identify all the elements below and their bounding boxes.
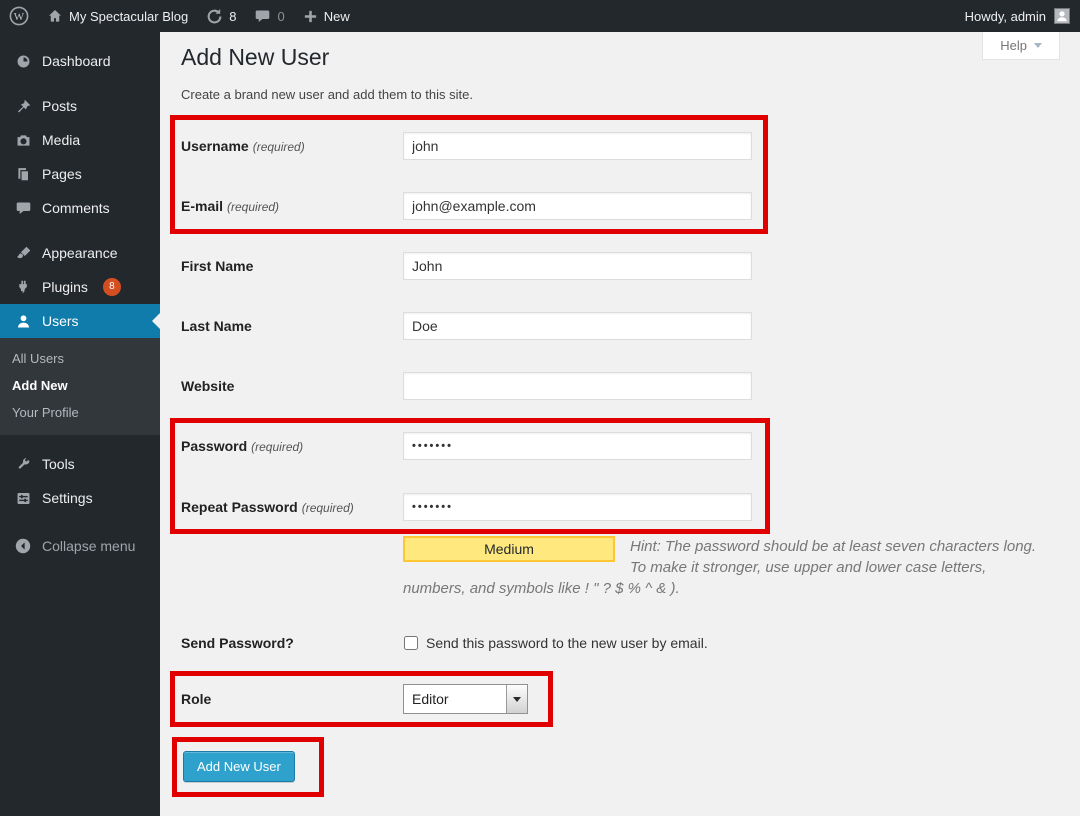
main-content: Help Add New User Create a brand new use… <box>160 32 1080 816</box>
account-menu[interactable]: Howdy, admin <box>965 8 1080 24</box>
email-field[interactable] <box>403 192 752 220</box>
password-row: Password(required) <box>181 432 760 460</box>
camera-icon <box>13 130 33 150</box>
comment-count: 0 <box>277 9 284 24</box>
website-input[interactable] <box>403 372 752 400</box>
chevron-down-icon <box>1034 43 1042 48</box>
email-required: (required) <box>227 200 279 214</box>
chevron-down-icon <box>513 697 521 702</box>
updates-icon <box>206 8 223 25</box>
page-title: Add New User <box>181 40 1060 72</box>
paintbrush-icon <box>13 243 33 263</box>
first-name-label: First Name <box>181 258 403 274</box>
sidebar-item-tools[interactable]: Tools <box>0 447 160 481</box>
annotation-box-passwords: Password(required) Repeat Password(requi… <box>170 418 770 534</box>
website-row: Website <box>181 372 1060 400</box>
site-name: My Spectacular Blog <box>69 9 188 24</box>
repeat-password-label: Repeat Password(required) <box>181 499 403 515</box>
comments-link[interactable]: 0 <box>245 0 293 32</box>
new-content-button[interactable]: New <box>294 0 359 32</box>
password-required: (required) <box>251 440 303 454</box>
last-name-input[interactable] <box>403 312 752 340</box>
admin-bar: W My Spectacular Blog 8 0 Ne <box>0 0 1080 32</box>
add-user-form: Username(required) E-mail(required) Firs… <box>181 115 1060 797</box>
wordpress-logo-button[interactable]: W <box>0 0 38 32</box>
updates-link[interactable]: 8 <box>197 0 245 32</box>
repeat-password-row: Repeat Password(required) <box>181 493 760 521</box>
howdy-text: Howdy, admin <box>965 9 1046 24</box>
update-count: 8 <box>229 9 236 24</box>
last-name-label: Last Name <box>181 318 403 334</box>
sidebar-item-posts[interactable]: Posts <box>0 89 160 123</box>
name-rows: First Name Last Name Website <box>181 252 1060 400</box>
role-select-arrow-button[interactable] <box>506 685 527 713</box>
dashboard-icon <box>13 51 33 71</box>
comment-bubble-icon <box>254 8 271 25</box>
pages-icon <box>13 164 33 184</box>
password-label: Password(required) <box>181 438 403 454</box>
settings-icon <box>13 488 33 508</box>
role-row: Role Editor <box>181 684 548 714</box>
add-new-user-button[interactable]: Add New User <box>183 751 295 782</box>
sidebar-item-plugins[interactable]: Plugins 8 <box>0 270 160 304</box>
password-strength-block: Medium Hint: The password should be at l… <box>403 536 1051 599</box>
sidebar-item-comments[interactable]: Comments <box>0 191 160 225</box>
wrench-icon <box>13 454 33 474</box>
plugins-update-badge: 8 <box>103 278 121 296</box>
submenu-item-add-new[interactable]: Add New <box>0 372 160 399</box>
new-label: New <box>324 9 350 24</box>
email-row: E-mail(required) <box>181 192 758 220</box>
avatar <box>1054 8 1070 24</box>
username-input[interactable] <box>403 132 752 160</box>
page-subtitle: Create a brand new user and add them to … <box>181 87 1060 102</box>
annotation-box-submit: Add New User <box>172 737 324 797</box>
repeat-password-input[interactable] <box>403 493 752 521</box>
role-select[interactable]: Editor <box>403 684 528 714</box>
password-input[interactable] <box>403 432 752 460</box>
email-label: E-mail(required) <box>181 198 403 214</box>
password-strength-meter: Medium <box>403 536 615 562</box>
submenu-item-all-users[interactable]: All Users <box>0 345 160 372</box>
annotation-box-credentials: Username(required) E-mail(required) <box>170 115 768 234</box>
submenu-item-your-profile[interactable]: Your Profile <box>0 399 160 426</box>
plus-icon <box>303 9 318 24</box>
pushpin-icon <box>13 96 33 116</box>
send-password-label: Send Password? <box>181 635 403 651</box>
repeat-password-required: (required) <box>302 501 354 515</box>
user-icon <box>13 311 33 331</box>
sidebar-item-media[interactable]: Media <box>0 123 160 157</box>
home-icon <box>47 8 63 24</box>
username-label: Username(required) <box>181 138 403 154</box>
send-password-checkbox-label: Send this password to the new user by em… <box>426 635 708 651</box>
sidebar-item-pages[interactable]: Pages <box>0 157 160 191</box>
svg-text:W: W <box>14 11 25 23</box>
users-submenu: All Users Add New Your Profile <box>0 338 160 435</box>
comments-icon <box>13 198 33 218</box>
send-password-checkbox[interactable] <box>404 636 418 650</box>
role-selected-value: Editor <box>404 685 506 713</box>
plug-icon <box>13 277 33 297</box>
sidebar-item-users[interactable]: Users <box>0 304 160 338</box>
sidebar-item-appearance[interactable]: Appearance <box>0 236 160 270</box>
send-password-row: Send Password? Send this password to the… <box>181 635 1060 651</box>
wordpress-logo-icon: W <box>9 6 29 26</box>
role-label: Role <box>181 691 403 707</box>
collapse-arrow-icon <box>13 536 33 556</box>
help-label: Help <box>1000 38 1027 53</box>
username-row: Username(required) <box>181 132 758 160</box>
sidebar-item-settings[interactable]: Settings <box>0 481 160 515</box>
username-required: (required) <box>253 140 305 154</box>
admin-sidebar: Dashboard Posts Media Pages Comments App… <box>0 32 160 816</box>
website-label: Website <box>181 378 403 394</box>
first-name-row: First Name <box>181 252 1060 280</box>
last-name-row: Last Name <box>181 312 1060 340</box>
sidebar-item-collapse-menu[interactable]: Collapse menu <box>0 529 160 563</box>
sidebar-item-dashboard[interactable]: Dashboard <box>0 44 160 78</box>
site-name-link[interactable]: My Spectacular Blog <box>38 0 197 32</box>
annotation-box-role: Role Editor <box>170 671 553 727</box>
first-name-input[interactable] <box>403 252 752 280</box>
help-tab[interactable]: Help <box>982 32 1060 60</box>
